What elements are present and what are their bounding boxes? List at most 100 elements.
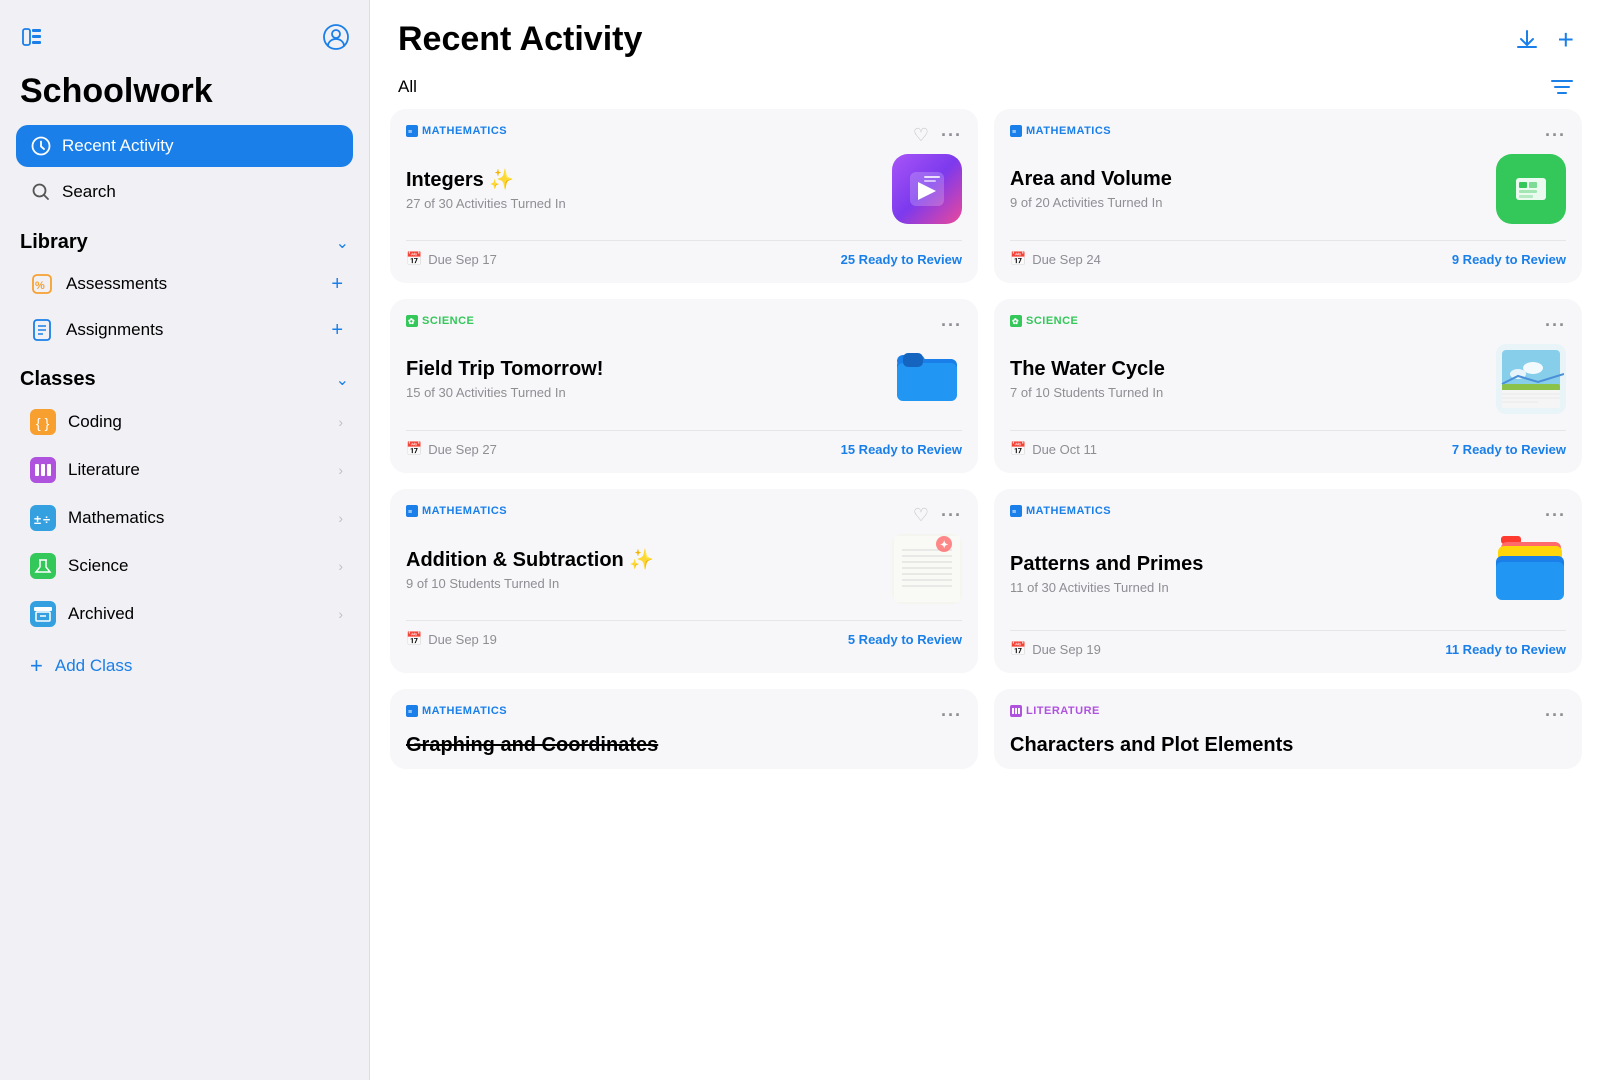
archived-icon bbox=[30, 601, 56, 627]
calendar-icon: 📅 bbox=[406, 251, 422, 267]
card-subject-patterns: ≡ MATHEMATICS bbox=[1010, 505, 1111, 517]
card-review-area[interactable]: 9 Ready to Review bbox=[1452, 252, 1566, 267]
card-subject-area: ≡ MATHEMATICS bbox=[1010, 125, 1111, 137]
card-review-field[interactable]: 15 Ready to Review bbox=[841, 442, 962, 457]
card-graphing[interactable]: ≡ MATHEMATICS ··· Graphing and Coordinat… bbox=[390, 689, 978, 769]
svg-text:≡: ≡ bbox=[1012, 509, 1017, 516]
sidebar: Schoolwork Recent Activity Search Librar… bbox=[0, 0, 370, 1080]
cards-grid: ≡ MATHEMATICS ♡ ··· Integers ✨ 27 of 30 … bbox=[370, 109, 1602, 1080]
svg-text:✿: ✿ bbox=[1012, 317, 1019, 326]
folder-icon-field bbox=[892, 344, 962, 414]
sidebar-item-archived[interactable]: Archived › bbox=[16, 591, 353, 637]
science-icon bbox=[30, 553, 56, 579]
main-header: Recent Activity + bbox=[370, 0, 1602, 69]
filter-bar: All bbox=[370, 69, 1602, 109]
card-title-integers: Integers ✨ bbox=[406, 167, 892, 192]
filter-icon[interactable] bbox=[1550, 77, 1574, 97]
mathematics-label: Mathematics bbox=[68, 508, 164, 528]
svg-text:≡: ≡ bbox=[408, 509, 413, 516]
more-icon-patterns[interactable]: ··· bbox=[1545, 505, 1566, 526]
classes-section[interactable]: Classes ⌄ bbox=[16, 354, 353, 399]
svg-text:±: ± bbox=[34, 512, 41, 527]
card-title-area: Area and Volume bbox=[1010, 168, 1496, 191]
heart-icon-addition[interactable]: ♡ bbox=[913, 505, 929, 526]
nav-search[interactable]: Search bbox=[16, 171, 353, 213]
svg-text:✦: ✦ bbox=[940, 540, 948, 551]
keynote-icon bbox=[892, 154, 962, 224]
card-review-water[interactable]: 7 Ready to Review bbox=[1452, 442, 1566, 457]
card-review-patterns[interactable]: 11 Ready to Review bbox=[1445, 642, 1566, 657]
sidebar-item-science[interactable]: Science › bbox=[16, 543, 353, 589]
add-assignments-button[interactable]: + bbox=[331, 319, 343, 342]
archived-chevron: › bbox=[338, 606, 343, 622]
more-icon-water[interactable]: ··· bbox=[1545, 315, 1566, 336]
card-characters[interactable]: LITERATURE ··· Characters and Plot Eleme… bbox=[994, 689, 1582, 769]
card-due-integers: 📅 Due Sep 17 bbox=[406, 251, 497, 267]
more-icon-addition[interactable]: ··· bbox=[941, 505, 962, 526]
percent-icon: % bbox=[30, 272, 54, 296]
card-area-volume[interactable]: ≡ MATHEMATICS ··· Area and Volume 9 of 2… bbox=[994, 109, 1582, 283]
filter-label: All bbox=[398, 77, 417, 97]
card-addition[interactable]: ≡ MATHEMATICS ♡ ··· Addition & Subtracti… bbox=[390, 489, 978, 673]
add-assessments-button[interactable]: + bbox=[331, 273, 343, 296]
card-due-area: 📅 Due Sep 24 bbox=[1010, 251, 1101, 267]
addition-thumb: ✦ bbox=[892, 534, 962, 604]
card-actions-integers: ♡ ··· bbox=[913, 125, 962, 146]
card-integers[interactable]: ≡ MATHEMATICS ♡ ··· Integers ✨ 27 of 30 … bbox=[390, 109, 978, 283]
app-title: Schoolwork bbox=[16, 72, 353, 111]
library-heading: Library bbox=[20, 231, 88, 254]
more-icon-integers[interactable]: ··· bbox=[941, 125, 962, 146]
doc-icon bbox=[30, 318, 54, 342]
numbers-icon bbox=[1496, 154, 1566, 224]
svg-text:÷: ÷ bbox=[43, 512, 50, 527]
science-chevron: › bbox=[338, 558, 343, 574]
svg-text:%: % bbox=[35, 280, 45, 292]
svg-text:≡: ≡ bbox=[408, 129, 413, 136]
calendar-icon-4: 📅 bbox=[1010, 441, 1026, 457]
card-due-addition: 📅 Due Sep 19 bbox=[406, 631, 497, 647]
heart-icon-integers[interactable]: ♡ bbox=[913, 125, 929, 146]
sidebar-item-literature[interactable]: Literature › bbox=[16, 447, 353, 493]
card-subtitle-addition: 9 of 10 Students Turned In bbox=[406, 576, 892, 591]
card-review-integers[interactable]: 25 Ready to Review bbox=[841, 252, 962, 267]
calendar-icon-5: 📅 bbox=[406, 631, 422, 647]
card-subject-characters: LITERATURE bbox=[1010, 705, 1100, 717]
download-icon[interactable] bbox=[1514, 27, 1540, 53]
classes-heading: Classes bbox=[20, 368, 96, 391]
main-content: Recent Activity + All ≡ bbox=[370, 0, 1602, 1080]
add-icon[interactable]: + bbox=[1558, 26, 1574, 54]
more-icon-characters[interactable]: ··· bbox=[1545, 705, 1566, 726]
add-class-button[interactable]: + Add Class bbox=[16, 643, 353, 689]
sidebar-item-assignments[interactable]: Assignments + bbox=[16, 308, 353, 352]
card-subject-graphing: ≡ MATHEMATICS bbox=[406, 705, 507, 717]
sidebar-toggle-icon[interactable] bbox=[20, 25, 44, 49]
card-water-cycle[interactable]: ✿ SCIENCE ··· The Water Cycle 7 of 10 St… bbox=[994, 299, 1582, 473]
sidebar-item-mathematics[interactable]: ± ÷ Mathematics › bbox=[16, 495, 353, 541]
coding-chevron: › bbox=[338, 414, 343, 430]
profile-icon[interactable] bbox=[323, 24, 349, 50]
sidebar-item-coding[interactable]: { } Coding › bbox=[16, 399, 353, 445]
more-icon-area[interactable]: ··· bbox=[1545, 125, 1566, 146]
sidebar-item-assessments[interactable]: % Assessments + bbox=[16, 262, 353, 306]
library-chevron: ⌄ bbox=[336, 233, 349, 253]
card-due-field: 📅 Due Sep 27 bbox=[406, 441, 497, 457]
library-section[interactable]: Library ⌄ bbox=[16, 217, 353, 262]
card-review-addition[interactable]: 5 Ready to Review bbox=[848, 632, 962, 647]
card-due-water: 📅 Due Oct 11 bbox=[1010, 441, 1097, 457]
svg-text:≡: ≡ bbox=[1012, 129, 1017, 136]
card-title-patterns: Patterns and Primes bbox=[1010, 553, 1496, 576]
classes-chevron: ⌄ bbox=[336, 370, 349, 390]
card-patterns[interactable]: ≡ MATHEMATICS ··· Patterns and Primes 11… bbox=[994, 489, 1582, 673]
card-subject-water: ✿ SCIENCE bbox=[1010, 315, 1078, 327]
clock-icon bbox=[30, 135, 52, 157]
card-subject-field: ✿ SCIENCE bbox=[406, 315, 474, 327]
more-icon-graphing[interactable]: ··· bbox=[941, 705, 962, 726]
more-icon-field[interactable]: ··· bbox=[941, 315, 962, 336]
card-due-patterns: 📅 Due Sep 19 bbox=[1010, 641, 1101, 657]
literature-label: Literature bbox=[68, 460, 140, 480]
archived-label: Archived bbox=[68, 604, 134, 624]
nav-recent-activity[interactable]: Recent Activity bbox=[16, 125, 353, 167]
card-subtitle-field: 15 of 30 Activities Turned In bbox=[406, 385, 892, 400]
assignments-label: Assignments bbox=[66, 320, 163, 340]
card-field-trip[interactable]: ✿ SCIENCE ··· Field Trip Tomorrow! 15 of… bbox=[390, 299, 978, 473]
